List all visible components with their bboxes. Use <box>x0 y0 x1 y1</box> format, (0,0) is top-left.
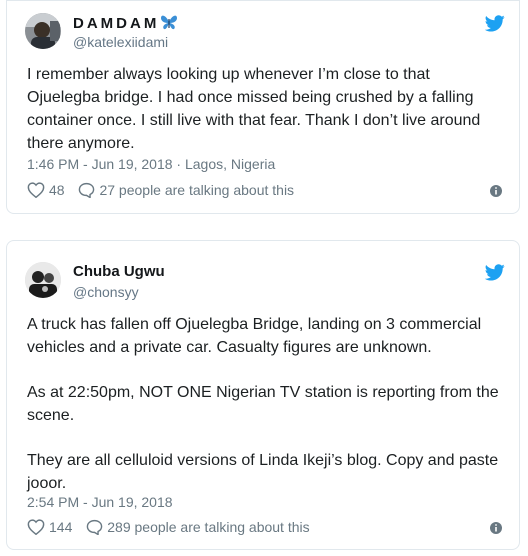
tweet-paragraph: They are all celluloid versions of Linda… <box>27 452 499 492</box>
twitter-bird-icon[interactable] <box>485 264 505 281</box>
like-button[interactable]: 48 <box>27 182 65 198</box>
heart-icon <box>27 182 45 198</box>
reply-bubble-icon <box>79 182 95 198</box>
heart-icon <box>27 519 45 535</box>
tweet-timestamp[interactable]: 2:54 PM - Jun 19, 2018 <box>27 494 173 510</box>
tweet-text: A truck has fallen off Ojuelegba Bridge,… <box>27 313 503 495</box>
display-name-text: DAMDAM <box>73 15 160 32</box>
tweet-actions: 48 27 people are talking about this <box>27 182 505 202</box>
reply-conversation-link[interactable]: 27 people are talking about this <box>78 182 294 198</box>
reply-conversation-link[interactable]: 289 people are talking about this <box>86 519 310 535</box>
tweet-card: Chuba Ugwu @chonsyy A truck has fallen o… <box>6 240 520 550</box>
tweet-paragraph: A truck has fallen off Ojuelegba Bridge,… <box>27 316 482 356</box>
reply-bubble-icon <box>86 519 103 535</box>
avatar[interactable] <box>25 262 61 298</box>
tweet-text: I remember always looking up whenever I’… <box>27 63 503 155</box>
display-name[interactable]: Chuba Ugwu <box>73 263 165 280</box>
info-icon[interactable] <box>489 521 503 535</box>
like-count: 144 <box>49 519 73 535</box>
butterfly-emoji <box>160 14 178 34</box>
twitter-bird-icon[interactable] <box>485 15 505 32</box>
talking-count: 27 people are talking about this <box>99 182 295 198</box>
tweet-paragraph: I remember always looking up whenever I’… <box>27 66 481 152</box>
tweet-timestamp-location[interactable]: 1:46 PM - Jun 19, 2018 · Lagos, Nigeria <box>27 156 275 172</box>
like-count: 48 <box>49 182 65 198</box>
tweet-card: DAMDAM @katelexiidami I remember always … <box>6 0 520 214</box>
talking-count: 289 people are talking about this <box>107 519 310 535</box>
display-name[interactable]: DAMDAM <box>73 14 178 34</box>
like-button[interactable]: 144 <box>27 519 72 535</box>
tweet-actions: 144 289 people are talking about this <box>27 519 505 539</box>
user-handle[interactable]: @katelexiidami <box>73 34 168 50</box>
tweet-paragraph: As at 22:50pm, NOT ONE Nigerian TV stati… <box>27 384 499 424</box>
avatar[interactable] <box>25 13 61 49</box>
user-handle[interactable]: @chonsyy <box>73 284 139 300</box>
info-icon[interactable] <box>489 184 503 198</box>
